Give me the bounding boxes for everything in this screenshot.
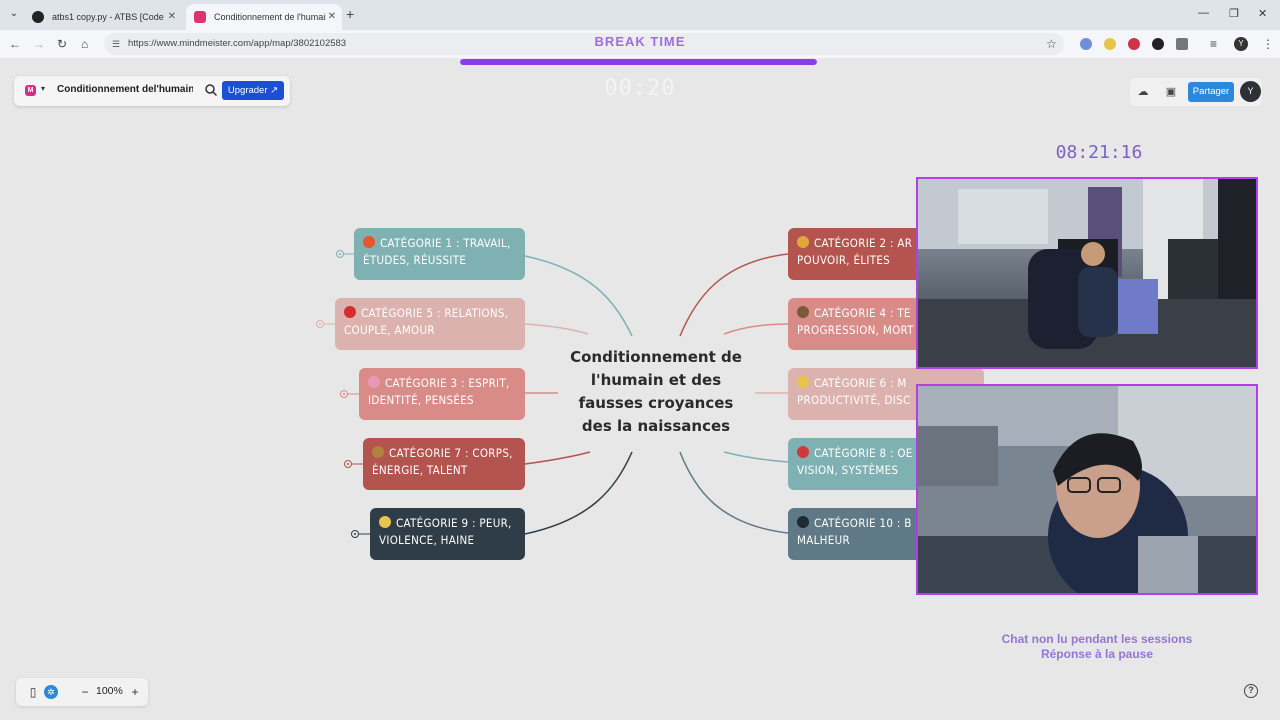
brain-emoji-icon (368, 376, 380, 388)
node-line2: COUPLE, AMOUR (344, 323, 435, 337)
target-emoji-icon (797, 446, 809, 458)
collapse-toggle-icon[interactable] (340, 390, 348, 398)
node-line2: PROGRESSION, MORT (797, 323, 914, 337)
webcam-face-image (918, 386, 1256, 593)
node-line1: CATÉGORIE 8 : OE (814, 446, 913, 460)
scared-face-emoji-icon (379, 516, 391, 528)
node-line1: CATÉGORIE 5 : RELATIONS, (361, 306, 509, 320)
node-line2: ÉNERGIE, TALENT (372, 463, 468, 477)
mindmap-node-categorie-9[interactable]: CATÉGORIE 9 : PEUR, VIOLENCE, HAINE (370, 508, 525, 560)
mindmap-view-icon[interactable]: ✲ (44, 685, 58, 699)
money-bag-emoji-icon (797, 236, 809, 248)
node-line1: CATÉGORIE 6 : M (814, 376, 907, 390)
heart-emoji-icon (344, 306, 356, 318)
webcam-room-view (916, 177, 1258, 369)
collapse-toggle-icon[interactable] (336, 250, 344, 258)
lightning-emoji-icon (797, 376, 809, 388)
outline-view-icon[interactable]: ▯ (26, 685, 40, 699)
help-icon[interactable]: ? (1244, 684, 1258, 698)
mindmap-node-categorie-5[interactable]: CATÉGORIE 5 : RELATIONS, COUPLE, AMOUR (335, 298, 525, 350)
chat-notice-line1: Chat non lu pendant les sessions (1001, 632, 1193, 646)
node-line2: IDENTITÉ, PENSÉES (368, 393, 474, 407)
node-line2: POUVOIR, ÉLITES (797, 253, 891, 267)
node-line2: PRODUCTIVITÉ, DISC (797, 393, 911, 407)
collapse-toggle-icon[interactable] (316, 320, 324, 328)
node-line2: VIOLENCE, HAINE (379, 533, 475, 547)
chat-notice-line2: Réponse à la pause (1040, 647, 1154, 661)
collapse-toggle-icon[interactable] (351, 530, 359, 538)
node-line1: CATÉGORIE 2 : AR (814, 236, 913, 250)
webcam-face-view (916, 384, 1258, 595)
mindmap-central-topic[interactable]: Conditionnement de l'humain et des fauss… (562, 346, 750, 438)
node-line1: CATÉGORIE 10 : B (814, 516, 912, 530)
node-line1: CATÉGORIE 7 : CORPS, (389, 446, 513, 460)
webcam-room-image (918, 179, 1256, 367)
mindmap-node-categorie-1[interactable]: CATÉGORIE 1 : TRAVAIL, ÉTUDES, RÉUSSITE (354, 228, 525, 280)
hourglass-emoji-icon (797, 306, 809, 318)
node-line2: ÉTUDES, RÉUSSITE (363, 253, 467, 267)
trophy-emoji-icon (372, 446, 384, 458)
node-line1: CATÉGORIE 9 : PEUR, (396, 516, 512, 530)
fire-emoji-icon (363, 236, 375, 248)
node-line1: CATÉGORIE 1 : TRAVAIL, (380, 236, 511, 250)
chat-notice: Chat non lu pendant les sessions Réponse… (980, 632, 1214, 662)
collapse-toggle-icon[interactable] (344, 460, 352, 468)
black-circle-emoji-icon (797, 516, 809, 528)
mindmap-node-categorie-3[interactable]: CATÉGORIE 3 : ESPRIT, IDENTITÉ, PENSÉES (359, 368, 525, 420)
mindmap-node-categorie-7[interactable]: CATÉGORIE 7 : CORPS, ÉNERGIE, TALENT (363, 438, 525, 490)
node-line1: CATÉGORIE 3 : ESPRIT, (385, 376, 510, 390)
zoom-out-icon[interactable]: − (78, 685, 92, 699)
node-line2: VISION, SYSTÈMES (797, 463, 899, 477)
node-line2: MALHEUR (797, 533, 850, 547)
zoom-level: 100% (96, 685, 123, 697)
node-line1: CATÉGORIE 4 : TE (814, 306, 911, 320)
zoom-toolbar: ▯ ✲ − 100% + (16, 678, 148, 706)
zoom-in-icon[interactable]: + (128, 685, 142, 699)
